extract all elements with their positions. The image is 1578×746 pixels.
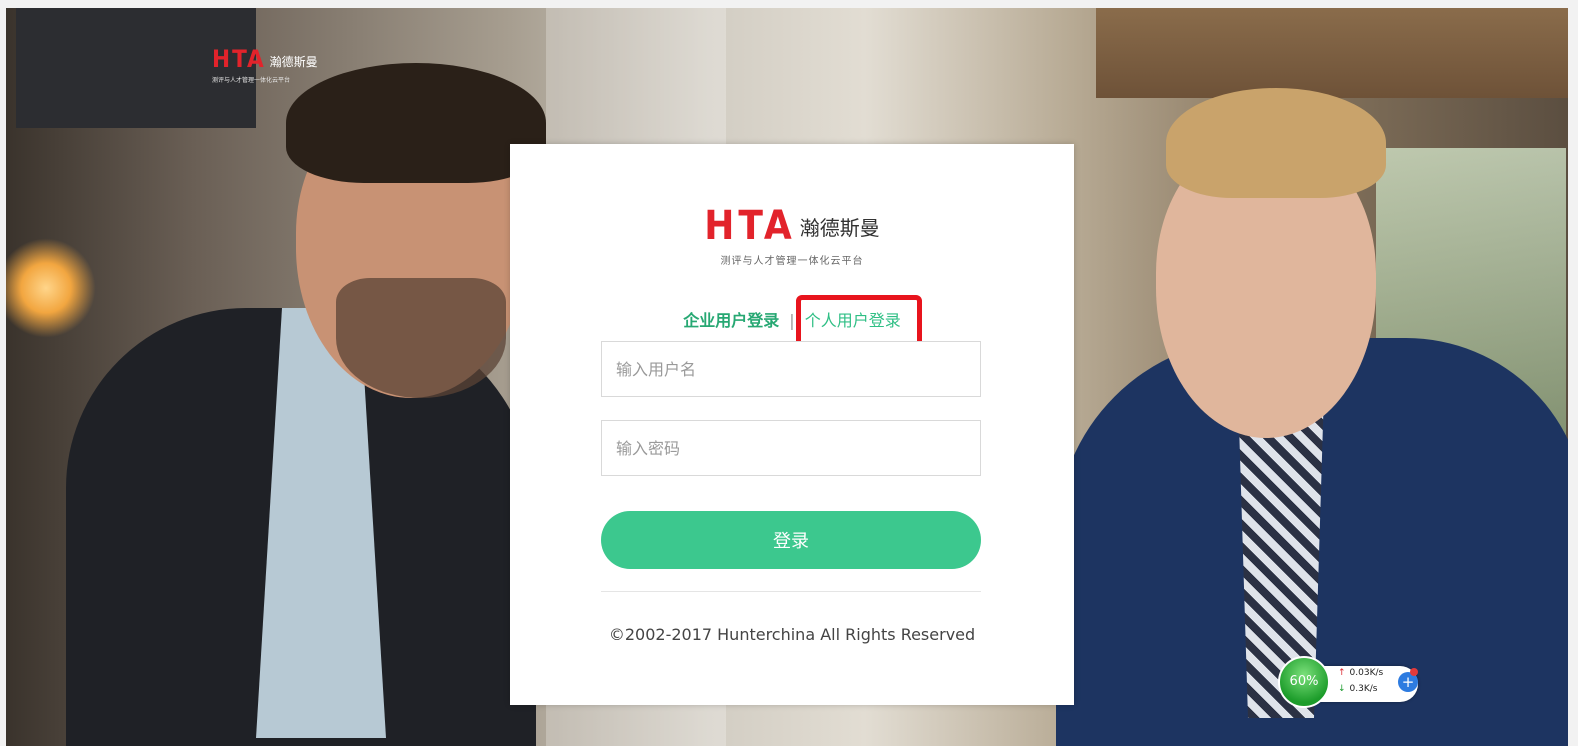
upload-arrow-icon: ↑ bbox=[1338, 668, 1346, 678]
download-arrow-icon: ↓ bbox=[1338, 684, 1346, 694]
password-input[interactable] bbox=[601, 420, 981, 476]
username-input[interactable] bbox=[601, 341, 981, 397]
logo-cn-text: 瀚德斯曼 bbox=[799, 215, 880, 240]
download-speed-value: 0.3K/s bbox=[1349, 684, 1378, 694]
tab-separator: | bbox=[789, 311, 795, 330]
divider bbox=[601, 591, 981, 592]
logo-hta-text: HTA bbox=[704, 203, 796, 249]
login-card: HTA瀚德斯曼 测评与人才管理一体化云平台 企业用户登录|个人用户登录 登录 ©… bbox=[510, 144, 1074, 705]
lamp-glow bbox=[6, 238, 96, 338]
tab-enterprise-login[interactable]: 企业用户登录 bbox=[683, 311, 779, 330]
login-button[interactable]: 登录 bbox=[601, 511, 981, 569]
background-wood-ceiling bbox=[1096, 8, 1568, 98]
corner-logo: HTA 瀚德斯曼 测评与人才管理一体化云平台 bbox=[212, 47, 318, 84]
notification-dot-icon bbox=[1410, 668, 1418, 676]
left-person-beard bbox=[336, 278, 506, 398]
logo-subtitle: 测评与人才管理一体化云平台 bbox=[720, 256, 864, 267]
left-person-hair bbox=[286, 63, 546, 183]
upload-speed-value: 0.03K/s bbox=[1349, 668, 1384, 678]
network-speed-widget[interactable]: 60% ↑ 0.03K/s ↓ 0.3K/s + bbox=[1278, 656, 1420, 708]
download-speed: ↓ 0.3K/s bbox=[1338, 684, 1377, 694]
card-logo: HTA 瀚德斯曼 测评与人才管理一体化云平台 bbox=[510, 206, 1074, 267]
right-person-hair bbox=[1166, 88, 1386, 198]
memory-usage-circle[interactable]: 60% bbox=[1278, 656, 1330, 708]
upload-speed: ↑ 0.03K/s bbox=[1338, 668, 1383, 678]
login-tabs: 企业用户登录 | 个人用户登录 bbox=[510, 307, 1074, 331]
copyright-text: ©2002-2017 Hunterchina All Rights Reserv… bbox=[608, 625, 976, 644]
corner-logo-hta: HTA bbox=[212, 45, 266, 73]
corner-logo-cn: 瀚德斯曼 bbox=[269, 55, 318, 69]
corner-logo-subtitle: 测评与人才管理一体化云平台 bbox=[212, 77, 291, 84]
